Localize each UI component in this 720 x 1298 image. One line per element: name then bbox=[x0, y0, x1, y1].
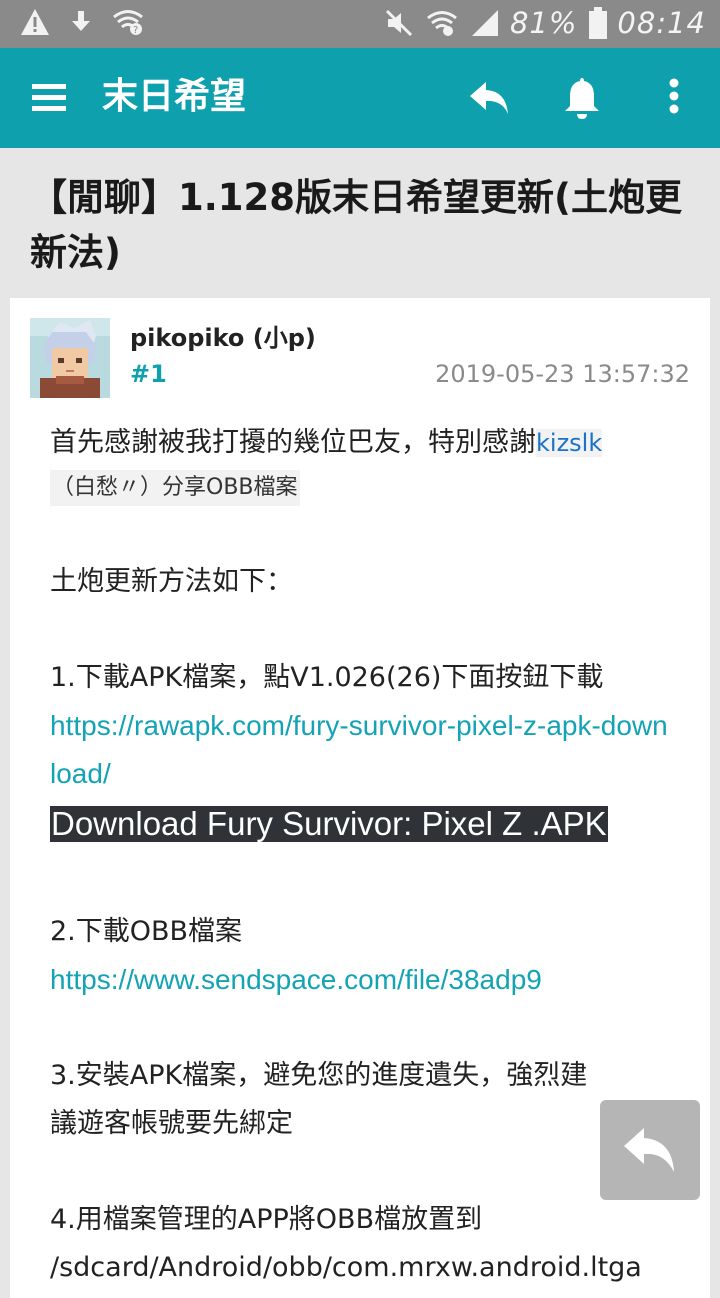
username[interactable]: pikopiko (小p) bbox=[130, 318, 316, 353]
app-bar: 末日希望 bbox=[0, 48, 720, 148]
battery-icon bbox=[589, 7, 608, 39]
avatar-image bbox=[30, 318, 110, 398]
post-timestamp: 2019-05-23 13:57:32 bbox=[435, 360, 690, 388]
floor-number: #1 bbox=[130, 360, 167, 388]
thread-title: 【閒聊】1.128版末日希望更新(土炮更新法) bbox=[30, 176, 682, 274]
mention-sub: （白愁〃）分享OBB檔案 bbox=[50, 470, 300, 506]
download-apk-button[interactable]: Download Fury Survivor: Pixel Z .APK bbox=[50, 806, 608, 842]
step1-text: 1.下載APK檔案，點V1.026(26)下面按鈕下載 bbox=[50, 662, 604, 693]
step2-text: 2.下載OBB檔案 bbox=[50, 916, 243, 947]
battery-percent: 81% bbox=[509, 6, 578, 40]
more-vert-icon bbox=[669, 78, 679, 114]
post-body: 首先感謝被我打擾的幾位巴友，特別感謝kizslk （白愁〃）分享OBB檔案 土炮… bbox=[50, 418, 675, 1292]
intro-line: 首先感謝被我打擾的幾位巴友，特別感謝kizslk bbox=[50, 418, 675, 468]
step4-line2: /sdcard/Android/obb/com.mrxw.android.ltg… bbox=[50, 1252, 642, 1283]
warning-icon bbox=[21, 9, 49, 35]
reply-button[interactable] bbox=[466, 74, 514, 122]
step4-line1: 4.用檔案管理的APP將OBB檔放置到 bbox=[50, 1204, 483, 1235]
wifi-icon bbox=[427, 11, 457, 36]
svg-text:?: ? bbox=[133, 25, 138, 36]
notification-button[interactable] bbox=[558, 74, 606, 122]
status-bar: ? 81% 08:14 bbox=[0, 0, 720, 48]
mention-sub-line: （白愁〃）分享OBB檔案 bbox=[50, 468, 675, 506]
download-icon bbox=[72, 11, 90, 31]
menu-button[interactable] bbox=[28, 78, 70, 118]
step1-link[interactable]: https://rawapk.com/fury-survivor-pixel-z… bbox=[50, 702, 670, 798]
reply-icon bbox=[470, 82, 508, 114]
method-heading: 土炮更新方法如下： bbox=[50, 566, 293, 597]
menu-icon bbox=[32, 84, 66, 111]
signal-icon bbox=[471, 10, 498, 36]
intro-text: 首先感謝被我打擾的幾位巴友，特別感謝 bbox=[50, 427, 536, 458]
bell-icon bbox=[565, 78, 599, 119]
app-title: 末日希望 bbox=[102, 76, 247, 117]
step3-line2: 議遊客帳號要先綁定 bbox=[50, 1108, 293, 1139]
wifi-question-icon: ? bbox=[113, 10, 143, 36]
mute-icon bbox=[385, 9, 413, 37]
step2-link[interactable]: https://www.sendspace.com/file/38adp9 bbox=[50, 956, 675, 1004]
more-options-button[interactable] bbox=[650, 74, 698, 122]
reply-icon bbox=[624, 1128, 674, 1172]
floating-reply-button[interactable] bbox=[600, 1100, 700, 1200]
mention-user[interactable]: kizslk bbox=[536, 429, 603, 457]
clock: 08:14 bbox=[617, 6, 706, 40]
status-left: ? bbox=[20, 8, 164, 36]
step3-line1: 3.安裝APK檔案，避免您的進度遺失，強烈建 bbox=[50, 1060, 588, 1091]
status-right: 81% 08:14 bbox=[372, 6, 706, 40]
download-button-wrap: Download Fury Survivor: Pixel Z .APK bbox=[50, 798, 675, 842]
avatar[interactable] bbox=[30, 318, 110, 398]
